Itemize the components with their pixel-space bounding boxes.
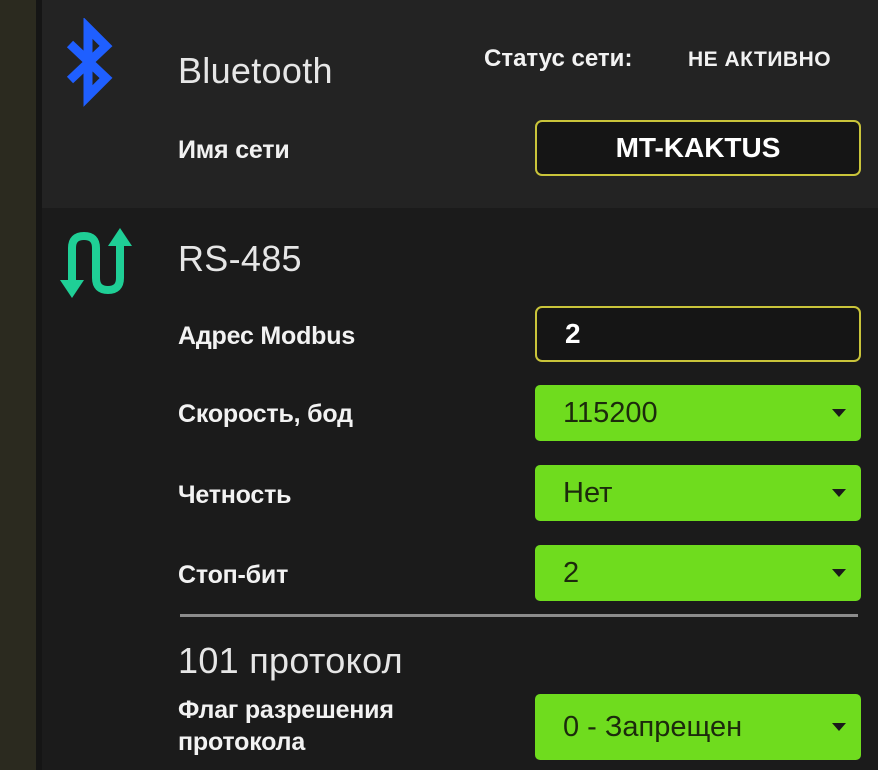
- protocol-flag-label-line2: протокола: [178, 728, 306, 756]
- baud-rate-value: 115200: [563, 396, 658, 429]
- swap-arrows-icon: [60, 228, 132, 298]
- network-name-field[interactable]: MT-KAKTUS: [535, 120, 861, 176]
- modbus-address-label: Адрес Modbus: [178, 322, 356, 350]
- section-divider: [180, 614, 858, 617]
- network-name-label: Имя сети: [178, 136, 290, 164]
- baud-rate-select[interactable]: 115200: [535, 385, 861, 441]
- baud-rate-label: Скорость, бод: [178, 400, 353, 428]
- chevron-down-icon: [832, 723, 846, 731]
- network-status-value: НЕ АКТИВНО: [688, 48, 832, 71]
- stop-bits-select[interactable]: 2: [535, 545, 861, 601]
- left-edge-bar: [0, 0, 36, 770]
- network-status-label: Статус сети:: [484, 45, 633, 72]
- chevron-down-icon: [832, 489, 846, 497]
- protocol-flag-label-line1: Флаг разрешения: [178, 696, 394, 724]
- protocol-flag-select[interactable]: 0 - Запрещен: [535, 694, 861, 760]
- chevron-down-icon: [832, 569, 846, 577]
- protocol-101-title: 101 протокол: [178, 640, 403, 681]
- parity-value: Нет: [563, 476, 613, 509]
- protocol-flag-value: 0 - Запрещен: [563, 710, 743, 743]
- bluetooth-icon: [66, 18, 113, 107]
- chevron-down-icon: [832, 409, 846, 417]
- bluetooth-title: Bluetooth: [178, 50, 333, 91]
- parity-select[interactable]: Нет: [535, 465, 861, 521]
- protocol-flag-label: Флаг разрешения протокола: [178, 694, 394, 758]
- rs485-title: RS-485: [178, 238, 302, 279]
- bluetooth-section: [42, 0, 878, 208]
- modbus-address-field[interactable]: 2: [535, 306, 861, 362]
- stop-bits-value: 2: [563, 556, 580, 589]
- parity-label: Четность: [178, 481, 292, 509]
- stop-bits-label: Стоп-бит: [178, 561, 289, 589]
- settings-panel: Bluetooth Статус сети: НЕ АКТИВНО Имя се…: [0, 0, 878, 770]
